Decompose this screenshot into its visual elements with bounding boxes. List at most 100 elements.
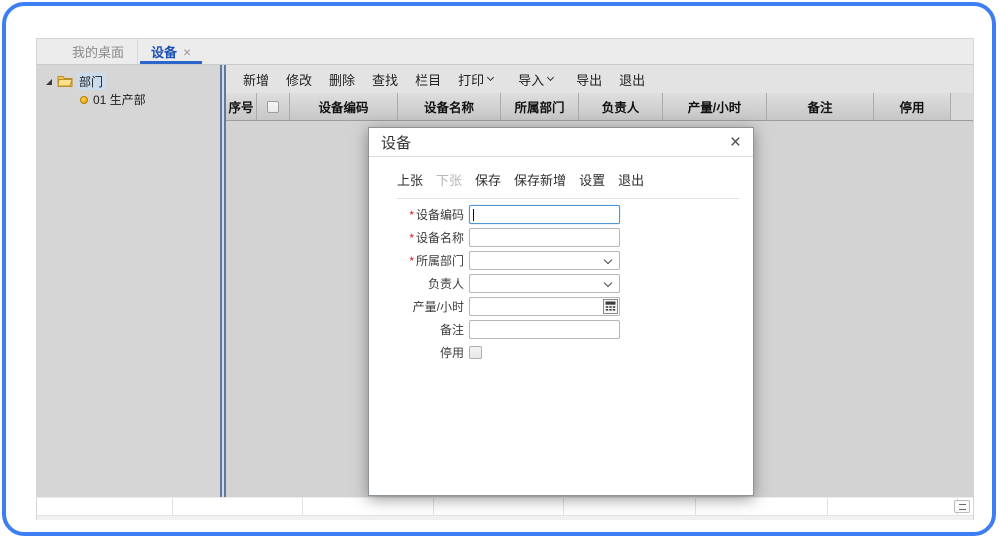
- dialog-toolbar: 上张 下张 保存 保存新增 设置 退出: [397, 170, 739, 199]
- tab-label: 我的桌面: [72, 45, 125, 60]
- required-asterisk-icon: *: [409, 254, 414, 268]
- toolbar-button-columns[interactable]: 栏目: [415, 70, 441, 89]
- remark-input[interactable]: [469, 320, 620, 339]
- status-bar: [37, 497, 973, 515]
- toolbar-button-export[interactable]: 导出: [576, 70, 602, 89]
- tab-my-desktop[interactable]: 我的桌面: [59, 39, 137, 64]
- dialog-toolbar-exit[interactable]: 退出: [618, 170, 644, 189]
- form-row-device-name: * 设备名称: [369, 228, 753, 247]
- toolbar-button-label: 导出: [576, 72, 603, 88]
- grid-header-remark: 备注: [767, 93, 874, 120]
- tree-expander-icon[interactable]: [46, 78, 52, 85]
- field-label: * 设备名称: [369, 229, 469, 246]
- grid-header-filler: [951, 93, 973, 120]
- grid-header-disabled: 停用: [874, 93, 951, 120]
- status-cell: [696, 498, 828, 515]
- status-cell: [173, 498, 303, 515]
- toolbar-button-delete[interactable]: 删除: [329, 70, 355, 89]
- app-frame: 我的桌面 设备 × 部门 01 生产部 新增 修改 删除 查找 栏目 打印 导入 导出 退出 序号 设备…: [2, 2, 996, 536]
- grid-header-output-per-hour: 产量/小时: [663, 93, 767, 120]
- grid-header-label: 产量/小时: [687, 101, 742, 115]
- dialog-form: * 设备编码 * 设备名称 * 所属部门 负责人 产量/小时 备注 停用: [369, 205, 753, 362]
- device-dialog: 设备 × 上张 下张 保存 保存新增 设置 退出 * 设备编码 * 设备名称 * 所属部门 负责人 产量…: [368, 127, 754, 496]
- bottom-strip: [37, 515, 973, 520]
- toolbar-button-label: 打印: [458, 72, 485, 88]
- field-label: * 所属部门: [369, 252, 469, 269]
- form-row-manager: 负责人: [369, 274, 753, 293]
- grid-header-department: 所属部门: [501, 93, 579, 120]
- form-row-disabled: 停用: [369, 343, 753, 362]
- field-label-text: 停用: [439, 346, 464, 360]
- grid-header-manager: 负责人: [579, 93, 663, 120]
- close-icon[interactable]: ×: [730, 133, 741, 152]
- status-cell: [434, 498, 564, 515]
- checkbox-icon[interactable]: [267, 100, 279, 113]
- disabled-checkbox[interactable]: [469, 346, 482, 359]
- status-cell: [564, 498, 696, 515]
- required-asterisk-icon: *: [409, 208, 414, 222]
- toolbar-button-label: 修改: [286, 72, 313, 88]
- chevron-down-icon: [603, 255, 613, 265]
- field-label-text: 设备编码: [415, 208, 464, 222]
- form-row-department: * 所属部门: [369, 251, 753, 270]
- dialog-toolbar-prev[interactable]: 上张: [397, 170, 423, 189]
- tab-close-icon[interactable]: ×: [183, 45, 191, 59]
- toolbar-button-label: 退出: [619, 72, 646, 88]
- field-label-text: 设备名称: [415, 231, 464, 245]
- dialog-title: 设备: [381, 134, 412, 152]
- toolbar-button-edit[interactable]: 修改: [286, 70, 312, 89]
- grid-header-label: 设备编码: [318, 101, 369, 115]
- manager-select[interactable]: [469, 274, 620, 293]
- field-label: 备注: [369, 321, 469, 338]
- status-cell: [37, 498, 173, 515]
- dialog-toolbar-save-new[interactable]: 保存新增: [514, 170, 566, 189]
- tree-panel: 部门 01 生产部: [37, 65, 220, 497]
- tab-label: 设备: [151, 45, 178, 60]
- folder-icon: [57, 74, 73, 90]
- chevron-down-icon: [603, 278, 613, 288]
- field-label-text: 产量/小时: [412, 300, 464, 314]
- tab-bar: 我的桌面 设备 ×: [37, 39, 973, 65]
- field-label: 负责人: [369, 275, 469, 292]
- grid-header-row: 序号 设备编码 设备名称 所属部门 负责人 产量/小时 备注 停用: [226, 93, 973, 121]
- toolbar-button-label: 栏目: [415, 72, 442, 88]
- tree-node-production-dept[interactable]: 01 生产部: [80, 92, 220, 107]
- grid-header-label: 备注: [807, 101, 833, 115]
- field-label: 产量/小时: [369, 298, 469, 315]
- grid-header-seq: 序号: [226, 93, 257, 120]
- department-select[interactable]: [469, 251, 620, 270]
- toolbar-button-print[interactable]: 打印: [458, 70, 495, 89]
- toolbar-button-label: 新增: [243, 72, 270, 88]
- field-label: * 设备编码: [369, 206, 469, 223]
- grid-header-label: 停用: [899, 101, 925, 115]
- grid-header-device-name: 设备名称: [398, 93, 501, 120]
- grid-options-icon: [958, 503, 966, 510]
- form-row-output-per-hour: 产量/小时: [369, 297, 753, 316]
- field-label: 停用: [369, 344, 469, 361]
- toolbar-button-find[interactable]: 查找: [372, 70, 398, 89]
- grid-header-label: 序号: [228, 101, 254, 115]
- device-code-input[interactable]: [469, 205, 620, 224]
- dialog-toolbar-save[interactable]: 保存: [475, 170, 501, 189]
- dialog-titlebar: 设备 ×: [369, 128, 753, 157]
- dialog-toolbar-next: 下张: [436, 173, 463, 188]
- toolbar-button-import[interactable]: 导入: [518, 70, 555, 89]
- grid-options-button[interactable]: [954, 500, 970, 513]
- grid-header-device-code: 设备编码: [290, 93, 398, 120]
- toolbar-button-label: 删除: [329, 72, 356, 88]
- bullet-icon: [80, 95, 88, 104]
- tree-node-label: 部门: [77, 73, 106, 90]
- grid-header-select-all[interactable]: [257, 93, 290, 120]
- grid-header-label: 所属部门: [514, 101, 565, 115]
- toolbar-button-exit[interactable]: 退出: [619, 70, 645, 89]
- chevron-down-icon: [547, 73, 555, 82]
- output-per-hour-input[interactable]: [469, 297, 620, 316]
- status-cell: [828, 498, 958, 515]
- tree-node-department[interactable]: 部门: [46, 73, 220, 90]
- tab-device[interactable]: 设备 ×: [137, 39, 204, 64]
- dialog-toolbar-settings[interactable]: 设置: [579, 170, 605, 189]
- toolbar-button-new[interactable]: 新增: [243, 70, 269, 89]
- chevron-down-icon: [487, 73, 495, 82]
- device-name-input[interactable]: [469, 228, 620, 247]
- calculator-icon[interactable]: [603, 299, 618, 319]
